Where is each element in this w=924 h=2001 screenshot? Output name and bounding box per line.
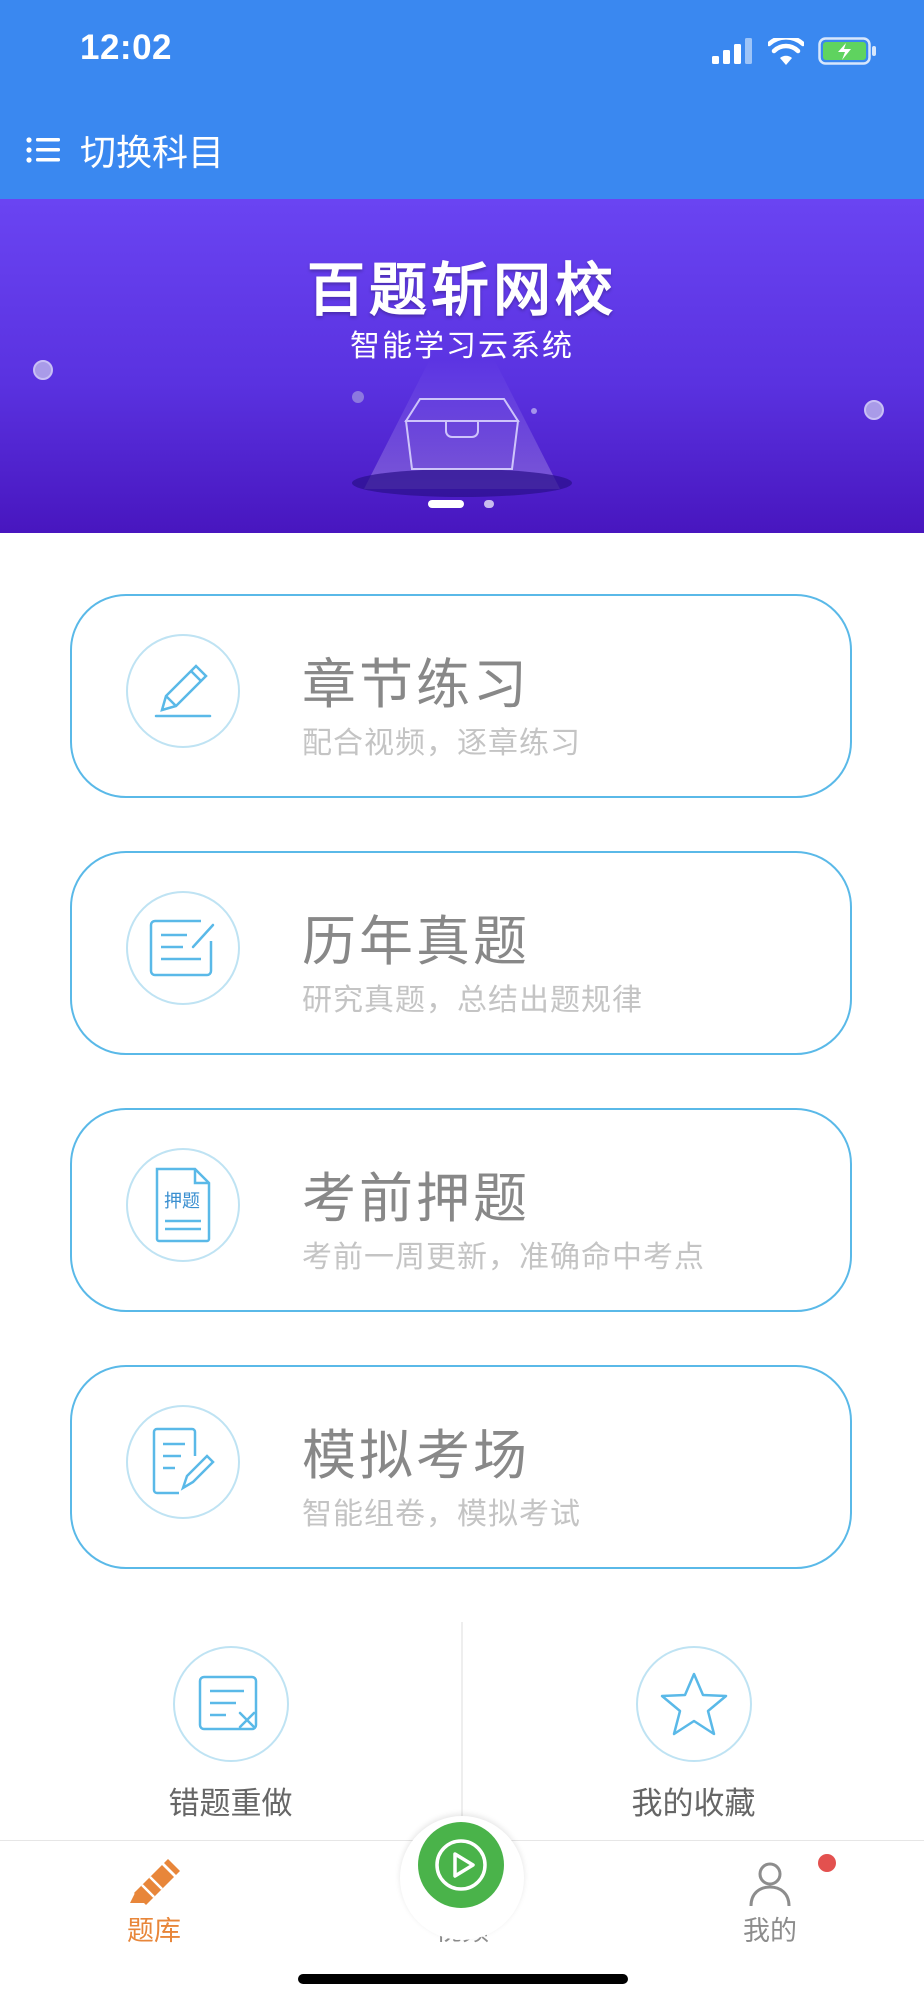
list-icon <box>26 137 60 163</box>
wifi-icon <box>768 37 804 65</box>
home-indicator <box>298 1974 628 1984</box>
exam-paper-icon-label: 押题 <box>164 1191 200 1212</box>
tab-label: 我的 <box>743 1916 797 1947</box>
wrong-answer-icon <box>172 1646 289 1762</box>
card-title: 模拟考场 <box>302 1424 530 1487</box>
my-favorites-button[interactable]: 我的收藏 <box>463 1622 924 1840</box>
banner-decoration <box>33 359 884 497</box>
app-header: 12:02 切换科目 <box>0 0 924 199</box>
status-icons <box>712 33 878 69</box>
carousel-indicator-active[interactable] <box>428 500 464 508</box>
document-edit-icon <box>126 891 240 1005</box>
battery-icon <box>818 37 876 65</box>
exam-sheet-icon <box>126 1405 240 1519</box>
pre-exam-predictions-card[interactable]: 押题 考前押题 考前一周更新，准确命中考点 <box>70 1108 852 1312</box>
pencil-icon <box>126 634 240 748</box>
question-bank-icon <box>130 1859 180 1905</box>
user-icon <box>749 1862 791 1907</box>
exam-paper-icon: 押题 <box>126 1148 240 1262</box>
past-exams-card[interactable]: 历年真题 研究真题，总结出题规律 <box>70 851 852 1055</box>
play-icon[interactable] <box>418 1822 504 1908</box>
tab-question-bank[interactable]: 题库 <box>54 1841 254 1951</box>
tab-mine[interactable]: 我的 <box>670 1841 870 1951</box>
card-title: 历年真题 <box>302 910 530 973</box>
card-title: 章节练习 <box>302 653 530 716</box>
card-subtitle: 研究真题，总结出题规律 <box>302 983 643 1018</box>
signal-icon <box>712 38 752 64</box>
promo-banner[interactable]: 百题斩网校 智能学习云系统 <box>0 199 924 533</box>
switch-subject-button[interactable]: 切换科目 <box>26 124 224 176</box>
quick-action-label: 错题重做 <box>168 1786 293 1822</box>
carousel-indicator[interactable] <box>484 500 494 508</box>
notification-badge <box>818 1854 836 1872</box>
card-subtitle: 智能组卷，模拟考试 <box>302 1497 581 1532</box>
wrong-questions-redo-button[interactable]: 错题重做 <box>0 1622 461 1840</box>
tab-label: 题库 <box>127 1916 181 1947</box>
status-time: 12:02 <box>80 28 173 67</box>
mock-exam-card[interactable]: 模拟考场 智能组卷，模拟考试 <box>70 1365 852 1569</box>
card-subtitle: 配合视频，逐章练习 <box>302 726 581 761</box>
star-icon <box>635 1646 752 1762</box>
card-title: 考前押题 <box>302 1167 530 1230</box>
header-title: 切换科目 <box>80 133 225 174</box>
chapter-practice-card[interactable]: 章节练习 配合视频，逐章练习 <box>70 594 852 798</box>
quick-action-label: 我的收藏 <box>631 1786 756 1822</box>
card-subtitle: 考前一周更新，准确命中考点 <box>302 1240 705 1275</box>
